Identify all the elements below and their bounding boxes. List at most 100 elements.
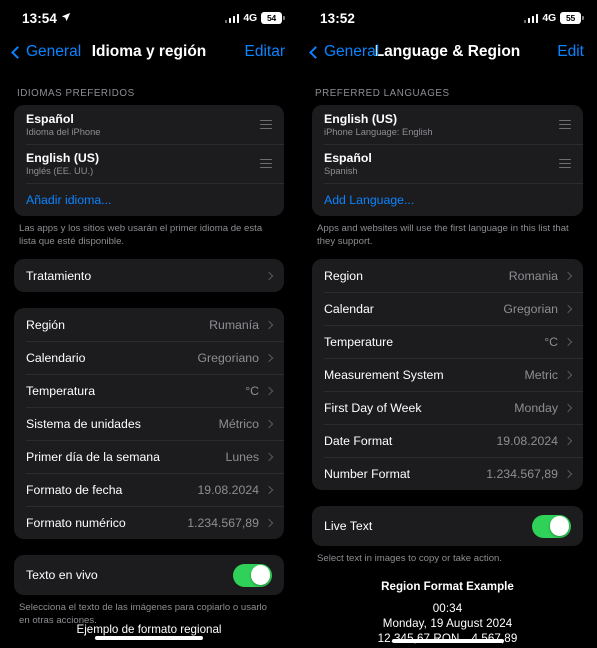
- language-text: English (US) iPhone Language: English: [324, 112, 555, 138]
- row-label: Primer día de la semana: [26, 449, 160, 464]
- language-text: Español Spanish: [324, 151, 555, 177]
- toggle-knob: [549, 516, 570, 536]
- edit-button[interactable]: Editar: [245, 43, 286, 61]
- row-value: 1.234.567,89: [486, 466, 558, 481]
- row-tratamiento[interactable]: Tratamiento: [14, 259, 284, 292]
- drag-handle-icon[interactable]: [256, 119, 272, 130]
- row-measurement-system[interactable]: Measurement System Metric: [312, 358, 583, 391]
- language-text: Español Idioma del iPhone: [26, 112, 256, 138]
- language-row[interactable]: Español Idioma del iPhone: [14, 105, 284, 144]
- chevron-right-icon: [264, 452, 274, 461]
- language-subtitle: Spanish: [324, 165, 358, 176]
- dual-screenshot-comparison: 13:54 4G 54 General Idioma y región Edit…: [0, 0, 597, 648]
- cellular-signal-icon: [224, 13, 240, 23]
- chevron-right-icon: [563, 436, 573, 445]
- example-time: 00:34: [432, 601, 463, 615]
- location-arrow-icon: [61, 10, 71, 25]
- row-label: Temperature: [324, 334, 394, 349]
- region-format-example: Region Format Example 00:34 Monday, 19 A…: [312, 566, 583, 645]
- live-text-card: Live Text: [312, 506, 583, 546]
- live-text-footnote: Select text in images to copy or take ac…: [317, 553, 503, 564]
- row-label: Date Format: [324, 433, 393, 448]
- row-value: Rumanía: [209, 317, 259, 332]
- row-value: Gregorian: [503, 301, 558, 316]
- live-text-toggle[interactable]: [233, 563, 272, 587]
- drag-handle-icon[interactable]: [256, 158, 272, 169]
- row-number-format[interactable]: Number Format 1.234.567,89: [312, 457, 583, 490]
- drag-handle-icon[interactable]: [555, 158, 571, 169]
- language-subtitle: iPhone Language: English: [324, 126, 433, 137]
- row-temperature[interactable]: Temperatura °C: [14, 374, 284, 407]
- phone-screen-spanish: 13:54 4G 54 General Idioma y región Edit…: [0, 0, 298, 648]
- example-date: Monday, 19 August 2024: [382, 616, 513, 630]
- chevron-right-icon: [563, 271, 573, 280]
- row-calendar[interactable]: Calendario Gregoriano: [14, 341, 284, 374]
- treatment-card: Tratamiento: [14, 259, 284, 292]
- region-settings-card: Región Rumanía Calendario Gregoriano Tem…: [14, 308, 284, 539]
- row-measurement-system[interactable]: Sistema de unidades Métrico: [14, 407, 284, 440]
- drag-handle-icon[interactable]: [555, 119, 571, 130]
- preferred-languages-header: IDIOMAS PREFERIDOS: [17, 88, 135, 99]
- chevron-right-icon: [264, 518, 274, 527]
- battery-percent: 54: [266, 13, 277, 23]
- nav-bar-left: General Idioma y región Editar: [0, 30, 298, 74]
- chevron-right-icon: [264, 271, 274, 280]
- languages-footnote: Apps and websites will use the first lan…: [317, 223, 569, 247]
- chevron-right-icon: [563, 370, 573, 379]
- chevron-right-icon: [563, 469, 573, 478]
- status-bar-left: 13:54 4G 54: [0, 0, 298, 30]
- chevron-right-icon: [264, 485, 274, 494]
- chevron-left-icon: [11, 45, 24, 59]
- chevron-right-icon: [264, 353, 274, 362]
- row-live-text[interactable]: Live Text: [312, 506, 583, 546]
- status-time-group: 13:52: [320, 11, 355, 26]
- row-value: Métrico: [218, 416, 259, 431]
- back-button-general[interactable]: General: [11, 43, 82, 61]
- preferred-languages-card: English (US) iPhone Language: English Es…: [312, 105, 583, 216]
- row-label: Live Text: [324, 519, 373, 533]
- add-language-row[interactable]: Añadir idioma...: [14, 183, 284, 216]
- row-date-format[interactable]: Date Format 19.08.2024: [312, 424, 583, 457]
- row-value: Gregoriano: [197, 350, 259, 365]
- row-calendar[interactable]: Calendar Gregorian: [312, 292, 583, 325]
- row-label: Number Format: [324, 466, 411, 481]
- row-label: Texto en vivo: [26, 568, 98, 582]
- row-region[interactable]: Region Romania: [312, 259, 583, 292]
- live-text-card: Texto en vivo: [14, 555, 284, 595]
- row-first-day-of-week[interactable]: First Day of Week Monday: [312, 391, 583, 424]
- row-label: Sistema de unidades: [26, 416, 141, 431]
- row-first-day-of-week[interactable]: Primer día de la semana Lunes: [14, 440, 284, 473]
- row-region[interactable]: Región Rumanía: [14, 308, 284, 341]
- row-live-text[interactable]: Texto en vivo: [14, 555, 284, 595]
- status-bar-right: 13:52 4G 55: [298, 0, 597, 30]
- row-number-format[interactable]: Formato numérico 1.234.567,89: [14, 506, 284, 539]
- home-indicator[interactable]: [391, 639, 504, 643]
- language-subtitle: Idioma del iPhone: [26, 126, 101, 137]
- settings-content-right: PREFERRED LANGUAGES English (US) iPhone …: [298, 74, 597, 645]
- region-format-example-title: Region Format Example: [381, 579, 514, 593]
- language-row[interactable]: English (US) Inglés (EE. UU.): [14, 144, 284, 183]
- language-name: Español: [26, 111, 74, 126]
- back-button-general[interactable]: General: [309, 43, 380, 61]
- row-date-format[interactable]: Formato de fecha 19.08.2024: [14, 473, 284, 506]
- row-value: 19.08.2024: [197, 482, 259, 497]
- row-label: Region: [324, 268, 363, 283]
- region-format-example-title: Ejemplo de formato regional: [76, 623, 222, 636]
- back-button-label: General: [26, 43, 82, 60]
- status-indicators-right: 4G 55: [523, 12, 584, 24]
- home-indicator[interactable]: [95, 636, 203, 640]
- edit-button[interactable]: Edit: [557, 43, 584, 61]
- row-value: Metric: [524, 367, 558, 382]
- back-button-label: General: [324, 43, 380, 60]
- add-language-row[interactable]: Add Language...: [312, 183, 583, 216]
- preferred-languages-header: PREFERRED LANGUAGES: [315, 88, 450, 99]
- status-indicators-left: 4G 54: [224, 12, 285, 24]
- live-text-toggle[interactable]: [532, 514, 571, 538]
- row-label: Calendar: [324, 301, 374, 316]
- row-temperature[interactable]: Temperature °C: [312, 325, 583, 358]
- language-row[interactable]: Español Spanish: [312, 144, 583, 183]
- chevron-right-icon: [264, 386, 274, 395]
- language-row[interactable]: English (US) iPhone Language: English: [312, 105, 583, 144]
- row-label: First Day of Week: [324, 400, 422, 415]
